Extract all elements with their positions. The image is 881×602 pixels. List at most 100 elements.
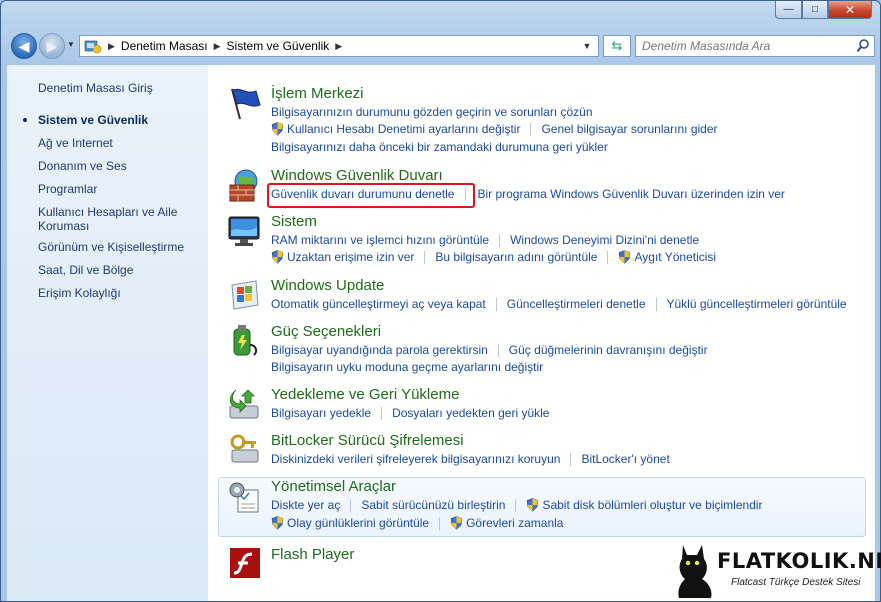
restore-link[interactable]: Bilgisayarınızı daha önceki bir zamandak…	[271, 140, 608, 154]
sleep-settings-link[interactable]: Bilgisayarın uyku moduna geçme ayarların…	[271, 360, 543, 374]
navigation-bar: ◀ ▶ ▼ ▶ Denetim Masası ▶ Sistem ve Güven…	[9, 31, 875, 61]
device-manager-link[interactable]: Aygıt Yöneticisi	[618, 250, 716, 264]
sidebar-item-hardware[interactable]: Donanım ve Ses	[38, 159, 203, 173]
category-title[interactable]: Yönetimsel Araçlar	[271, 478, 396, 495]
remote-access-link[interactable]: Uzaktan erişime izin ver	[271, 250, 414, 264]
wake-password-link[interactable]: Bilgisayar uyandığında parola gerektirsi…	[271, 343, 488, 357]
back-button[interactable]: ◀	[11, 33, 37, 59]
encrypt-disk-link[interactable]: Diskinizdeki verileri şifreleyerek bilgi…	[271, 452, 560, 466]
link-label: Olay günlüklerini görüntüle	[287, 516, 430, 530]
backup-computer-link[interactable]: Bilgisayarı yedekle	[271, 406, 371, 420]
watermark: FLATKOLIK.NET Flatcast Türkçe Destek Sit…	[669, 541, 881, 599]
shield-icon	[527, 498, 539, 512]
search-input[interactable]	[636, 36, 846, 56]
category-title[interactable]: Windows Güvenlik Duvarı	[271, 167, 443, 184]
sidebar-item-programs[interactable]: Programlar	[38, 182, 203, 196]
link-separator	[607, 250, 609, 264]
uac-settings-link[interactable]: Kullanıcı Hesabı Denetimi ayarlarını değ…	[271, 122, 520, 136]
flash-player-icon	[230, 548, 260, 578]
shield-icon	[271, 122, 284, 136]
search-box[interactable]	[635, 35, 875, 57]
computer-name-link[interactable]: Bu bilgisayarın adını görüntüle	[435, 250, 597, 264]
link-label: Aygıt Yöneticisi	[634, 250, 717, 264]
auto-update-link[interactable]: Otomatik güncelleştirmeyi aç veya kapat	[271, 297, 486, 311]
troubleshoot-link[interactable]: Genel bilgisayar sorunlarını gider	[541, 122, 717, 136]
flag-icon	[231, 88, 261, 120]
defragment-link[interactable]: Sabit sürücünüzü birleştirin	[361, 498, 505, 512]
sidebar-item-ease-of-access[interactable]: Erişim Kolaylığı	[38, 286, 203, 300]
disk-cleanup-link[interactable]: Diskte yer aç	[271, 498, 340, 512]
firewall-icon	[229, 169, 258, 202]
active-bullet-icon	[23, 118, 27, 122]
breadcrumb-chevron-icon[interactable]: ▶	[214, 41, 221, 52]
experience-index-link[interactable]: Windows Deneyimi Dizini'ni denetle	[510, 233, 699, 247]
computer-icon	[228, 216, 260, 246]
shield-icon	[271, 516, 284, 530]
watermark-brand: FLATKOLIK.NET	[717, 549, 881, 573]
shield-icon	[271, 250, 284, 264]
arrow-right-icon: ▶	[46, 37, 58, 54]
allow-program-link[interactable]: Bir programa Windows Güvenlik Duvarı üze…	[477, 187, 784, 201]
category-title[interactable]: Güç Seçenekleri	[271, 323, 381, 340]
category-title[interactable]: İşlem Merkezi	[271, 85, 364, 102]
bitlocker-icon	[230, 434, 259, 463]
link-separator	[350, 498, 352, 512]
breadcrumb-chevron-icon[interactable]: ▶	[108, 41, 115, 52]
partition-link[interactable]: Sabit disk bölümleri oluştur ve biçimlen…	[526, 498, 763, 512]
check-updates-link[interactable]: Güncelleştirmeleri denetle	[507, 297, 646, 311]
forward-button[interactable]: ▶	[39, 33, 65, 59]
sidebar: Denetim Masası Giriş Sistem ve Güvenlik …	[7, 65, 208, 601]
check-firewall-status-link[interactable]: Güvenlik duvarı durumunu denetle	[271, 187, 454, 201]
link-separator	[655, 297, 657, 311]
category-title[interactable]: Windows Update	[271, 277, 384, 294]
breadcrumb-control-panel[interactable]: Denetim Masası	[121, 39, 208, 53]
power-buttons-link[interactable]: Güç düğmelerinin davranışını değiştir	[509, 343, 708, 357]
link-separator	[495, 297, 497, 311]
link-label: Görevleri zamanla	[466, 516, 564, 530]
shield-icon	[450, 516, 463, 530]
sidebar-item-user-accounts[interactable]: Kullanıcı Hesapları ve Aile Koruması	[38, 205, 203, 233]
category-title[interactable]: Sistem	[271, 213, 317, 230]
manage-bitlocker-link[interactable]: BitLocker'ı yönet	[581, 452, 669, 466]
chevron-down-icon[interactable]: ▼	[576, 36, 598, 56]
sidebar-item-appearance[interactable]: Görünüm ve Kişiselleştirme	[38, 240, 203, 254]
category-title[interactable]: BitLocker Sürücü Şifrelemesi	[271, 432, 464, 449]
review-status-link[interactable]: Bilgisayarınızın durumunu gözden geçirin…	[271, 105, 593, 119]
shield-icon	[619, 250, 631, 264]
category-title[interactable]: Flash Player	[271, 546, 354, 563]
breadcrumb-chevron-icon[interactable]: ▶	[335, 41, 342, 52]
title-bar-buttons: — □ ✕	[775, 1, 872, 19]
sidebar-item-label: Sistem ve Güvenlik	[38, 113, 149, 127]
battery-plug-icon	[233, 325, 258, 356]
minimize-button[interactable]: —	[775, 1, 802, 19]
link-separator	[570, 452, 572, 466]
category-title[interactable]: Yedekleme ve Geri Yükleme	[271, 386, 459, 403]
link-separator	[439, 516, 441, 530]
link-separator	[499, 233, 501, 247]
sidebar-item-network[interactable]: Ağ ve Internet	[38, 136, 203, 150]
installed-updates-link[interactable]: Yüklü güncelleştirmeleri görüntüle	[667, 297, 847, 311]
restore-files-link[interactable]: Dosyaları yedekten geri yükle	[392, 406, 549, 420]
sidebar-item-system-security[interactable]: Sistem ve Güvenlik	[23, 113, 203, 127]
ram-cpu-link[interactable]: RAM miktarını ve işlemci hızını görüntül…	[271, 233, 489, 247]
control-panel-icon	[84, 40, 102, 54]
backup-icon	[229, 389, 259, 419]
cat-logo-icon	[678, 545, 712, 598]
sidebar-item-home[interactable]: Denetim Masası Giriş	[38, 81, 203, 95]
maximize-button[interactable]: □	[802, 1, 828, 19]
breadcrumb-system-security[interactable]: Sistem ve Güvenlik	[227, 39, 330, 53]
content-area: Denetim Masası Giriş Sistem ve Güvenlik …	[7, 65, 875, 601]
search-icon[interactable]	[856, 38, 870, 54]
refresh-icon: ⇆	[611, 38, 623, 53]
admin-tools-icon	[229, 482, 259, 513]
event-logs-link[interactable]: Olay günlüklerini görüntüle	[271, 516, 429, 530]
link-separator	[381, 406, 383, 420]
address-bar[interactable]: ▶ Denetim Masası ▶ Sistem ve Güvenlik ▶ …	[79, 35, 599, 57]
link-label: Kullanıcı Hesabı Denetimi ayarlarını değ…	[287, 122, 521, 136]
close-button[interactable]: ✕	[828, 1, 872, 19]
sidebar-item-clock-region[interactable]: Saat, Dil ve Bölge	[38, 263, 203, 277]
refresh-button[interactable]: ⇆	[603, 35, 631, 57]
recent-pages-dropdown[interactable]: ▼	[67, 40, 75, 49]
schedule-tasks-link[interactable]: Görevleri zamanla	[450, 516, 563, 530]
watermark-tagline: Flatcast Türkçe Destek Sitesi	[731, 577, 861, 588]
